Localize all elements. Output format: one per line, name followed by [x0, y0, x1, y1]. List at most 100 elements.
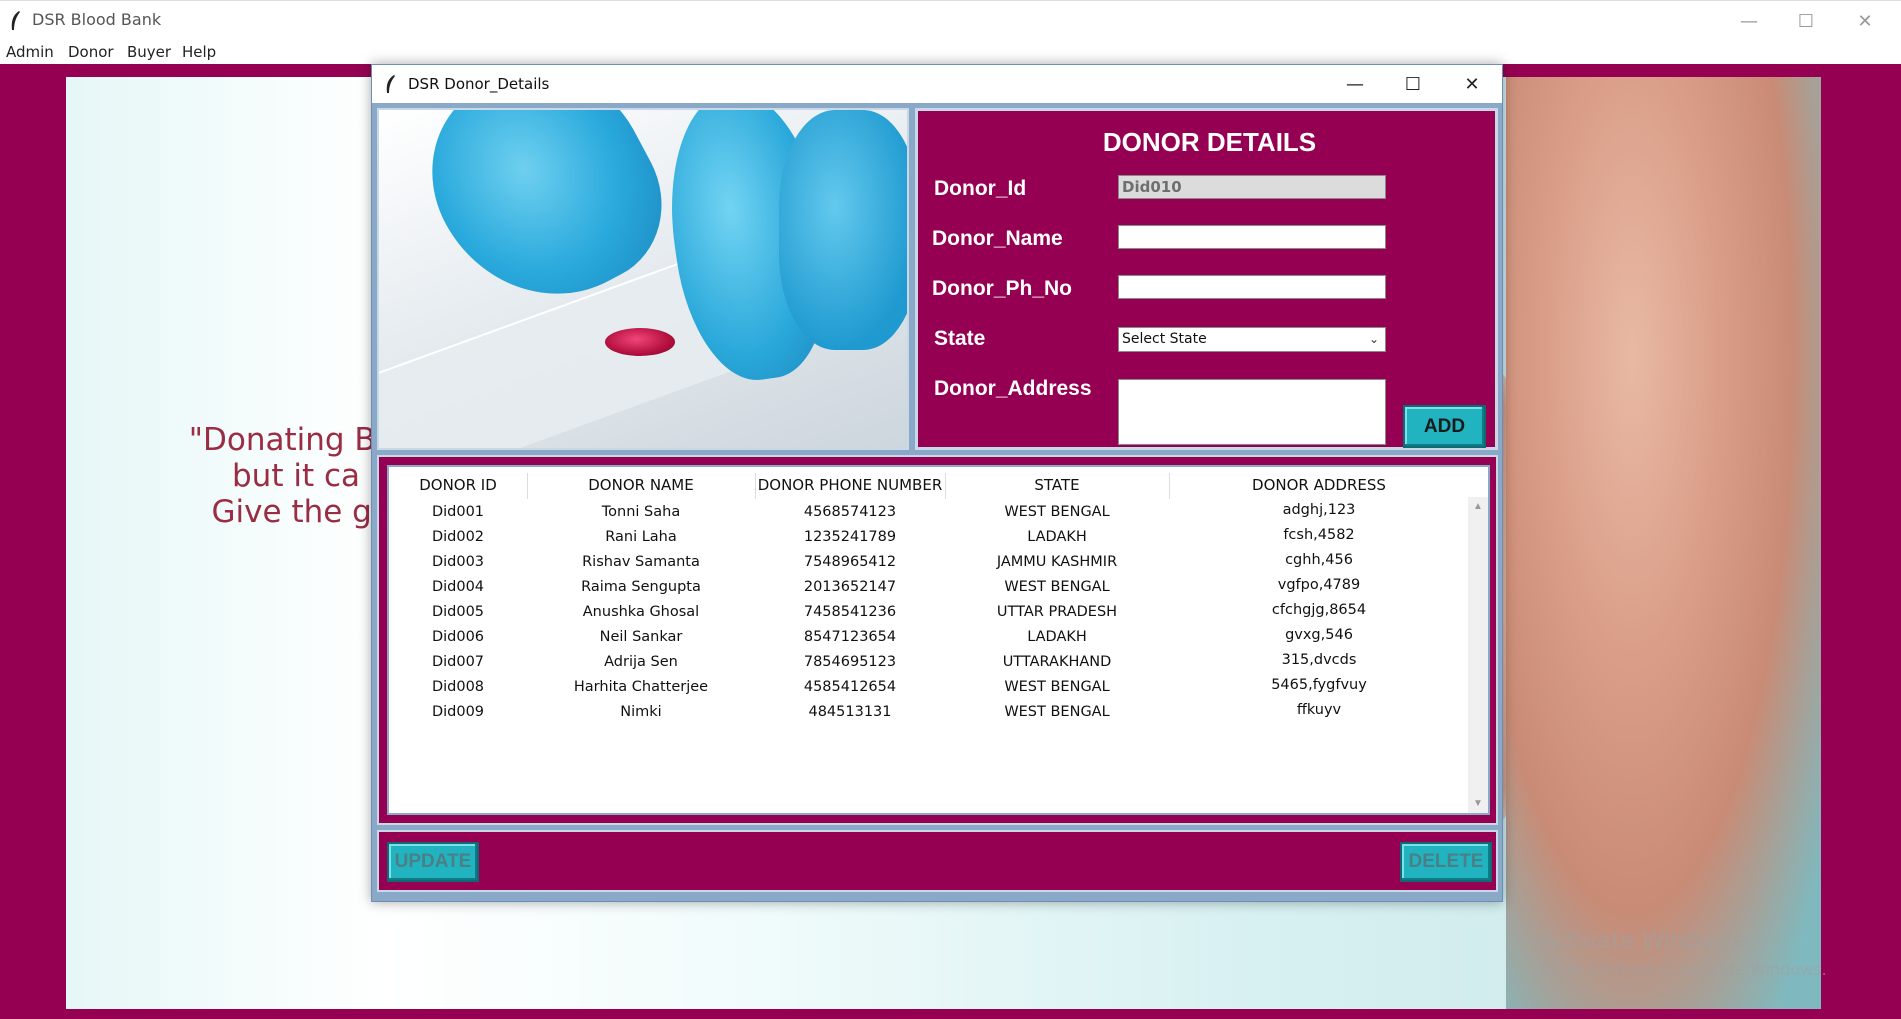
cell-state: LADAKH [1027, 629, 1087, 645]
close-button[interactable]: ✕ [1842, 5, 1888, 37]
cell-address: adghj,123 [1282, 502, 1356, 518]
donor-details-dialog: DSR Donor_Details — ☐ ✕ DONOR DETAILS Do… [371, 64, 1503, 902]
cell-phone: 2013652147 [803, 579, 897, 595]
cell-donor-name: Raima Sengupta [581, 579, 701, 595]
cell-donor-id: Did005 [431, 604, 485, 620]
dialog-minimize-button[interactable]: — [1332, 68, 1378, 100]
blood-drop [605, 328, 675, 356]
dialog-maximize-button[interactable]: ☐ [1390, 68, 1436, 100]
menu-admin[interactable]: Admin [6, 43, 54, 61]
state-select-value: Select State [1122, 331, 1207, 347]
cell-state: JAMMU KASHMIR [996, 554, 1118, 570]
hands-image-edge [1506, 77, 1821, 1009]
cell-address: 315,dvcds [1281, 652, 1357, 668]
donor-form-panel: DONOR DETAILS Donor_Id Did010 Donor_Name… [915, 108, 1498, 450]
form-heading: DONOR DETAILS [1102, 127, 1317, 157]
cell-donor-id: Did009 [431, 704, 485, 720]
menu-buyer[interactable]: Buyer [127, 43, 171, 61]
column-header-donor-name[interactable]: DONOR NAME [527, 476, 755, 494]
dialog-close-button[interactable]: ✕ [1449, 68, 1495, 100]
table-row[interactable]: Did003 Rishav Samanta 7548965412 JAMMU K… [389, 551, 1469, 576]
cell-state: WEST BENGAL [1004, 579, 1110, 595]
cell-phone: 8547123654 [803, 629, 897, 645]
windows-watermark-sub: Go to Settings to activate Windows. [1540, 960, 1827, 979]
cell-donor-name: Nimki [620, 704, 662, 720]
cell-address: gvxg,546 [1285, 627, 1353, 643]
update-button[interactable]: UPDATE [387, 842, 479, 882]
cell-address: 5465,fygfvuy [1271, 677, 1367, 693]
donor-name-label: Donor_Name [932, 227, 1063, 250]
table-row[interactable]: Did004 Raima Sengupta 2013652147 WEST BE… [389, 576, 1469, 601]
minimize-button[interactable]: — [1726, 5, 1772, 37]
cell-phone: 7548965412 [803, 554, 897, 570]
cell-phone: 1235241789 [803, 529, 897, 545]
cell-donor-id: Did001 [431, 504, 485, 520]
chevron-down-icon[interactable]: ▼ [1468, 798, 1488, 809]
add-button[interactable]: ADD [1403, 405, 1486, 448]
cell-donor-id: Did003 [431, 554, 485, 570]
maximize-button[interactable]: ☐ [1783, 5, 1829, 37]
chevron-up-icon[interactable]: ▲ [1468, 501, 1488, 512]
donor-phone-label: Donor_Ph_No [932, 277, 1073, 300]
cell-state: WEST BENGAL [1004, 704, 1110, 720]
table-row[interactable]: Did007 Adrija Sen 7854695123 UTTARAKHAND… [389, 651, 1469, 676]
table-row[interactable]: Did006 Neil Sankar 8547123654 LADAKH gvx… [389, 626, 1469, 651]
cell-donor-id: Did007 [431, 654, 485, 670]
table-row[interactable]: Did005 Anushka Ghosal 7458541236 UTTAR P… [389, 601, 1469, 626]
cell-state: WEST BENGAL [1004, 504, 1110, 520]
cell-phone: 7458541236 [803, 604, 897, 620]
dialog-title: DSR Donor_Details [408, 75, 550, 93]
cell-donor-name: Neil Sankar [599, 629, 683, 645]
donor-id-label: Donor_Id [934, 177, 1027, 200]
cell-address: fcsh,4582 [1283, 527, 1355, 543]
menu-donor[interactable]: Donor [68, 43, 114, 61]
donor-name-field[interactable] [1118, 225, 1386, 249]
cell-address: vgfpo,4789 [1277, 577, 1361, 593]
donor-table[interactable]: DONOR ID DONOR NAME DONOR PHONE NUMBER S… [387, 465, 1490, 815]
state-select[interactable]: Select State ⌄ [1118, 327, 1386, 352]
table-row[interactable]: Did009 Nimki 484513131 WEST BENGAL ffkuy… [389, 701, 1469, 726]
table-row[interactable]: Did001 Tonni Saha 4568574123 WEST BENGAL… [389, 501, 1469, 526]
delete-button[interactable]: DELETE [1400, 842, 1492, 882]
donor-table-panel: DONOR ID DONOR NAME DONOR PHONE NUMBER S… [377, 455, 1498, 825]
column-header-address[interactable]: DONOR ADDRESS [1169, 476, 1469, 494]
column-header-phone[interactable]: DONOR PHONE NUMBER [755, 476, 945, 494]
cell-state: UTTARAKHAND [1002, 654, 1112, 670]
chevron-down-icon: ⌄ [1368, 332, 1379, 346]
donor-address-field[interactable] [1118, 379, 1386, 445]
action-panel: UPDATE DELETE [377, 830, 1498, 892]
donor-phone-field[interactable] [1118, 275, 1386, 299]
menu-help[interactable]: Help [182, 43, 216, 61]
main-titlebar: DSR Blood Bank — ☐ ✕ [0, 0, 1901, 40]
table-scrollbar[interactable]: ▲ ▼ [1468, 497, 1488, 813]
column-header-donor-id[interactable]: DONOR ID [389, 476, 527, 494]
cell-phone: 484513131 [808, 704, 892, 720]
cell-state: WEST BENGAL [1004, 679, 1110, 695]
cell-donor-id: Did002 [431, 529, 485, 545]
cell-phone: 4568574123 [803, 504, 897, 520]
cell-donor-name: Rishav Samanta [582, 554, 700, 570]
cell-address: ffkuyv [1296, 702, 1342, 718]
main-window-title: DSR Blood Bank [32, 10, 162, 29]
table-row[interactable]: Did008 Harhita Chatterjee 4585412654 WES… [389, 676, 1469, 701]
blood-sample-photo [377, 108, 909, 450]
cell-donor-id: Did006 [431, 629, 485, 645]
cell-state: UTTAR PRADESH [996, 604, 1118, 620]
cell-phone: 4585412654 [803, 679, 897, 695]
cell-donor-id: Did004 [431, 579, 485, 595]
donor-id-field[interactable]: Did010 [1118, 175, 1386, 199]
cell-donor-name: Anushka Ghosal [582, 604, 700, 620]
feather-icon [386, 75, 395, 93]
table-row[interactable]: Did002 Rani Laha 1235241789 LADAKH fcsh,… [389, 526, 1469, 551]
windows-watermark-title: Activate Windows [1540, 928, 1745, 954]
cell-donor-name: Tonni Saha [601, 504, 681, 520]
gloved-finger [779, 110, 907, 350]
dialog-titlebar[interactable]: DSR Donor_Details — ☐ ✕ [372, 65, 1502, 103]
column-header-state[interactable]: STATE [945, 476, 1169, 494]
cell-phone: 7854695123 [803, 654, 897, 670]
cell-address: cghh,456 [1285, 552, 1353, 568]
cell-state: LADAKH [1027, 529, 1087, 545]
cell-donor-id: Did008 [431, 679, 485, 695]
dialog-body: DONOR DETAILS Donor_Id Did010 Donor_Name… [372, 103, 1502, 901]
address-label: Donor_Address [934, 377, 1092, 400]
